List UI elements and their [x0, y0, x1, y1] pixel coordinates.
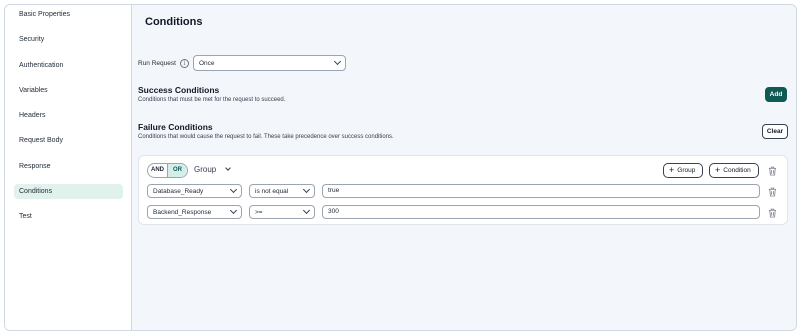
- or-toggle[interactable]: OR: [167, 164, 187, 177]
- chevron-down-icon[interactable]: [225, 165, 231, 171]
- add-group-button[interactable]: + Group: [663, 163, 703, 178]
- run-request-select[interactable]: Once: [192, 55, 346, 71]
- add-button[interactable]: Add: [765, 87, 787, 102]
- sidebar-item-conditions[interactable]: Conditions: [14, 184, 123, 200]
- sidebar-item-authentication[interactable]: Authentication: [14, 58, 123, 73]
- trash-icon[interactable]: [768, 187, 777, 197]
- run-request-row: Run Request i Once: [138, 55, 346, 71]
- failure-conditions-description: Conditions that would cause the request …: [138, 134, 394, 140]
- and-or-toggle: AND OR: [147, 163, 188, 178]
- condition-field-value: Database_Ready: [153, 187, 204, 195]
- plus-icon: +: [669, 165, 675, 175]
- condition-field-value: Backend_Response: [153, 208, 212, 216]
- trash-icon[interactable]: [768, 208, 777, 218]
- and-toggle[interactable]: AND: [148, 164, 167, 177]
- condition-field-select[interactable]: Database_Ready: [147, 184, 242, 198]
- sidebar-item-security[interactable]: Security: [14, 32, 123, 47]
- failure-conditions-title: Failure Conditions: [138, 122, 213, 132]
- sidebar-item-headers[interactable]: Headers: [14, 108, 123, 123]
- sidebar-item-response[interactable]: Response: [14, 159, 123, 174]
- chevron-down-icon: [333, 57, 341, 66]
- plus-icon: +: [715, 165, 721, 175]
- chevron-down-icon: [229, 185, 238, 194]
- group-label[interactable]: Group: [194, 165, 216, 174]
- trash-icon[interactable]: [768, 166, 777, 176]
- sidebar-item-test[interactable]: Test: [14, 209, 123, 224]
- condition-value-input[interactable]: 300: [322, 205, 760, 219]
- condition-value-input[interactable]: true: [322, 184, 760, 198]
- add-condition-button[interactable]: + Condition: [709, 163, 759, 178]
- sidebar-item-variables[interactable]: Variables: [14, 83, 123, 98]
- app-frame: Basic Properties Security Authentication…: [4, 4, 797, 331]
- condition-operator-value: >=: [255, 208, 263, 216]
- success-conditions-title: Success Conditions: [138, 85, 220, 95]
- sidebar: Basic Properties Security Authentication…: [5, 5, 132, 330]
- chevron-down-icon: [229, 206, 238, 215]
- page-title: Conditions: [145, 16, 203, 28]
- chevron-down-icon: [302, 185, 311, 194]
- add-group-label: Group: [677, 167, 696, 174]
- condition-operator-select[interactable]: is not equal: [249, 184, 315, 198]
- conditions-panel: Conditions Run Request i Once Success Co…: [132, 5, 796, 330]
- condition-operator-value: is not equal: [255, 187, 289, 195]
- info-icon[interactable]: i: [179, 58, 189, 68]
- run-request-value: Once: [198, 59, 215, 67]
- clear-button[interactable]: Clear: [762, 124, 788, 139]
- condition-operator-select[interactable]: >=: [249, 205, 315, 219]
- add-condition-label: Condition: [723, 167, 751, 174]
- condition-group: AND OR Group + Group + Condition Databas…: [138, 155, 788, 225]
- run-request-label: Run Request: [138, 59, 176, 67]
- sidebar-item-request-body[interactable]: Request Body: [14, 133, 123, 148]
- sidebar-item-basic-properties[interactable]: Basic Properties: [14, 7, 123, 22]
- success-conditions-description: Conditions that must be met for the requ…: [138, 97, 286, 103]
- condition-field-select[interactable]: Backend_Response: [147, 205, 242, 219]
- chevron-down-icon: [302, 206, 311, 215]
